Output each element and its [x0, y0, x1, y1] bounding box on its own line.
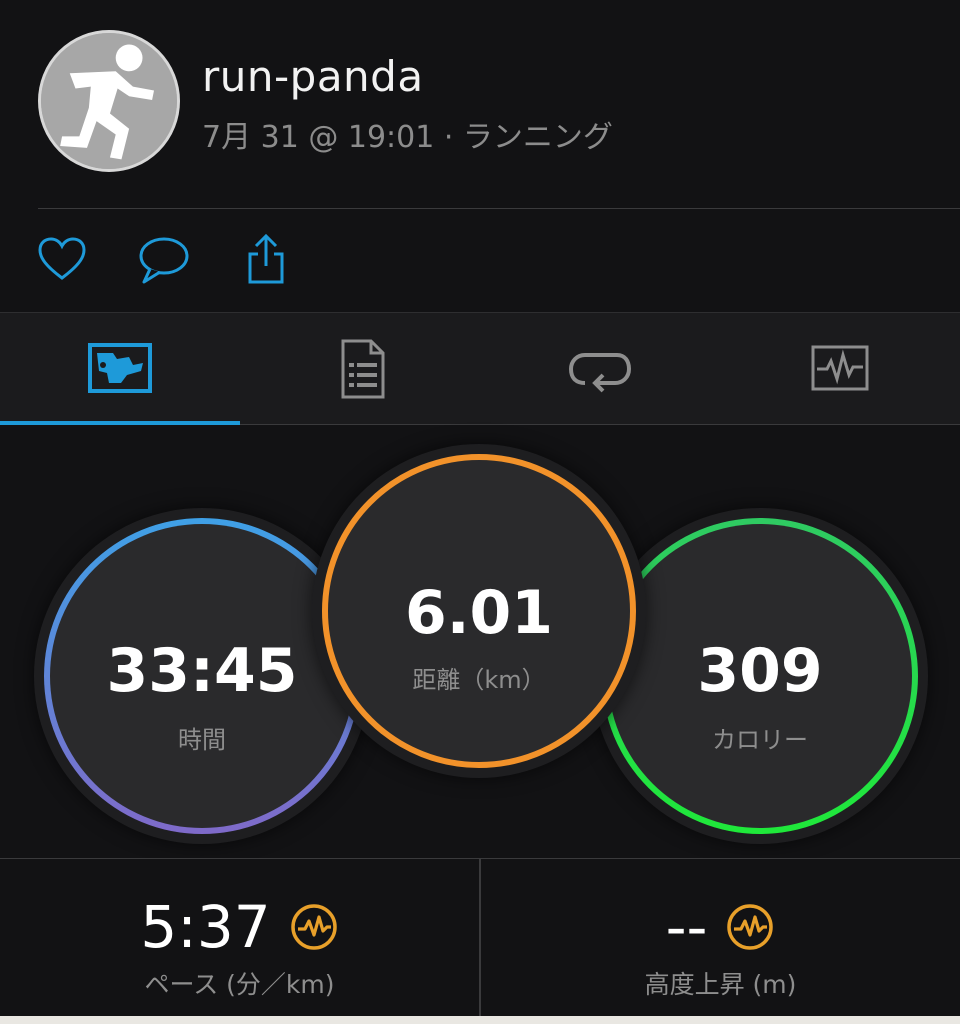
like-button[interactable]	[34, 232, 90, 288]
speech-bubble-icon	[139, 237, 189, 284]
pace-stat[interactable]: 5:37 ペース (分／km)	[0, 859, 479, 1017]
map-preview-edge	[0, 1016, 960, 1024]
tab-bar	[0, 312, 960, 425]
time-ring[interactable]: 33:45 時間	[44, 518, 360, 834]
calories-value: 309	[697, 636, 823, 706]
divider	[38, 208, 960, 209]
distance-value: 6.01	[404, 578, 554, 648]
action-bar	[0, 210, 960, 312]
running-person-icon	[41, 33, 177, 169]
active-tab-indicator	[0, 421, 240, 425]
metrics-panel: 33:45 時間 309 カロリー 6.01 距離（km）	[0, 426, 960, 858]
chart-icon	[811, 345, 869, 391]
tab-laps[interactable]	[480, 313, 720, 425]
activity-pulse-icon	[290, 904, 337, 950]
distance-ring[interactable]: 6.01 距離（km）	[322, 454, 636, 768]
activity-header: run-panda 7月 31 @ 19:01 · ランニング	[0, 0, 960, 210]
avatar[interactable]	[38, 30, 180, 172]
time-label: 時間	[178, 726, 226, 754]
tab-overview[interactable]	[0, 313, 240, 425]
tab-charts[interactable]	[720, 313, 960, 425]
elevation-stat[interactable]: -- 高度上昇 (m)	[481, 859, 960, 1017]
calories-label: カロリー	[712, 726, 808, 754]
elevation-value: --	[665, 892, 708, 961]
tab-stats[interactable]	[240, 313, 480, 425]
share-button[interactable]	[238, 232, 294, 288]
overview-map-icon	[88, 343, 152, 393]
comment-button[interactable]	[136, 232, 192, 288]
username[interactable]: run-panda	[202, 52, 424, 101]
time-value: 33:45	[106, 636, 298, 706]
secondary-stats: 5:37 ペース (分／km) -- 高度上昇 (m)	[0, 858, 960, 1017]
heart-icon	[38, 237, 86, 280]
pace-value: 5:37	[140, 892, 271, 961]
share-icon	[248, 233, 284, 284]
distance-label: 距離（km）	[412, 666, 546, 694]
elevation-label: 高度上昇 (m)	[644, 970, 797, 999]
calories-ring[interactable]: 309 カロリー	[602, 518, 918, 834]
laps-loop-icon	[568, 353, 632, 393]
stats-list-icon	[341, 339, 385, 399]
activity-subtitle: 7月 31 @ 19:01 · ランニング	[202, 120, 613, 155]
activity-pulse-icon	[727, 904, 774, 950]
pace-label: ペース (分／km)	[144, 970, 335, 999]
